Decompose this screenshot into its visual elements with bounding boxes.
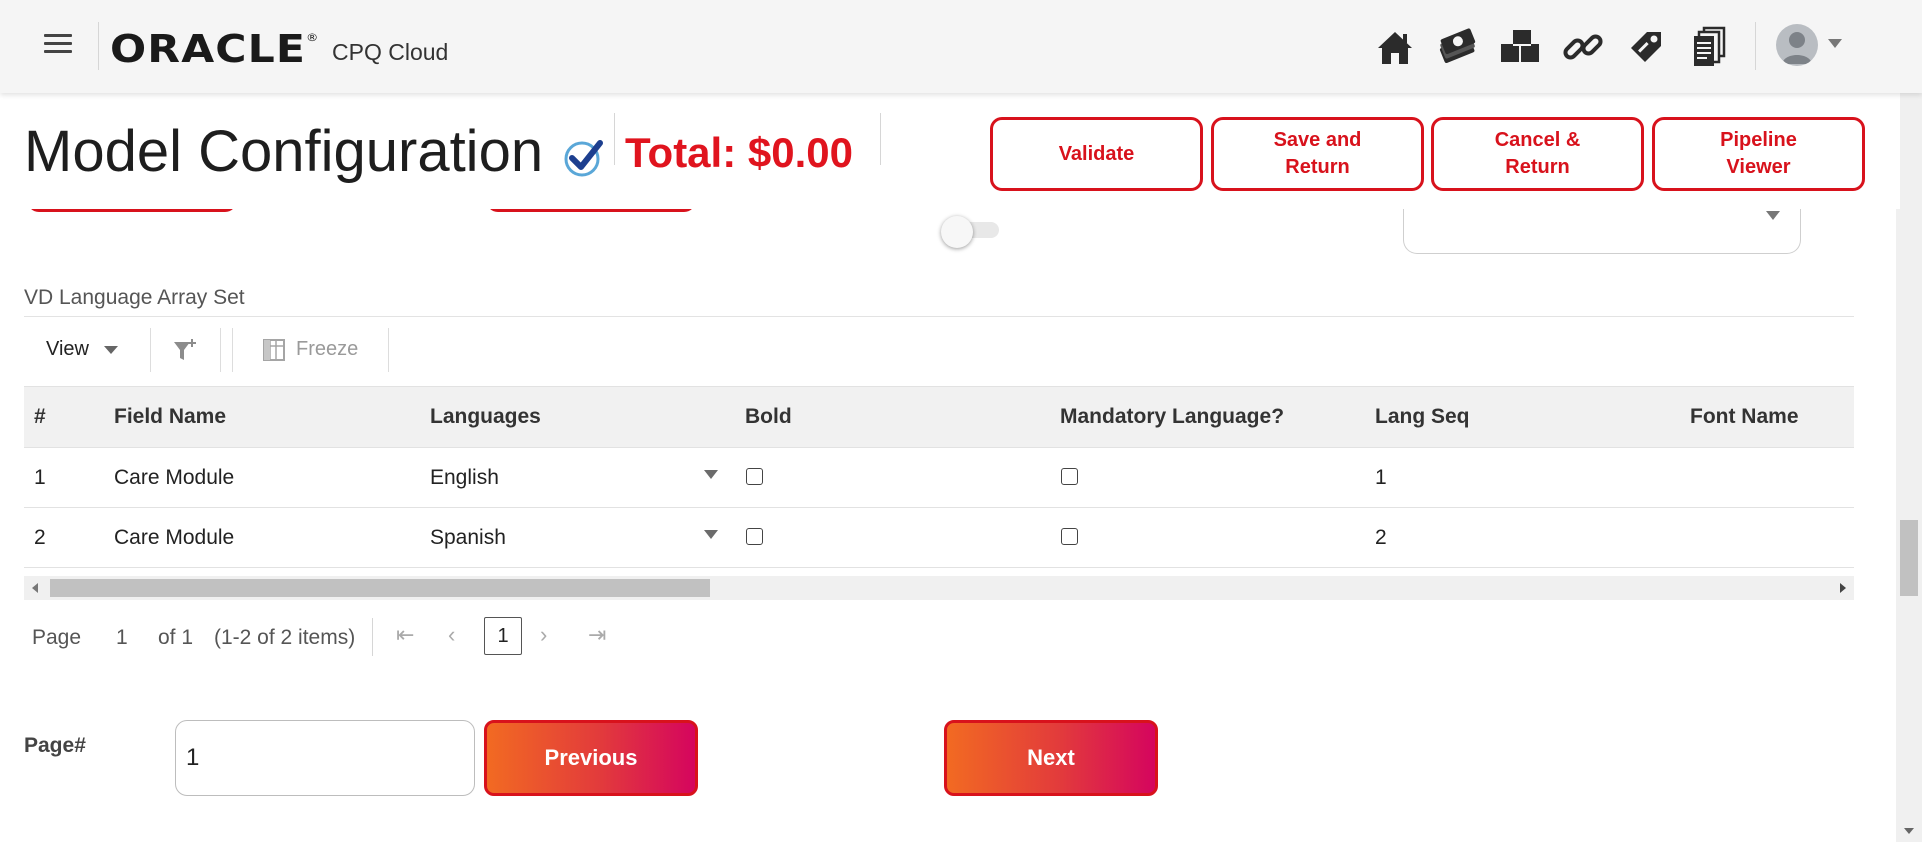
filter-add-icon[interactable] (172, 336, 200, 364)
previous-button[interactable]: Previous (484, 720, 698, 796)
documents-icon[interactable] (1686, 24, 1732, 70)
row-number: 2 (34, 525, 46, 549)
field-name-cell: Care Module (114, 525, 235, 549)
page-number-label: Page# (24, 734, 86, 757)
horizontal-scrollbar[interactable] (24, 576, 1854, 600)
vertical-scrollbar-thumb[interactable] (1900, 520, 1918, 596)
pager-page-number: 1 (116, 626, 128, 649)
lang-seq-cell[interactable]: 1 (1375, 448, 1387, 507)
lang-seq-cell[interactable]: 2 (1375, 508, 1387, 567)
scroll-down-arrow-icon[interactable] (1904, 828, 1914, 834)
first-page-icon[interactable]: ⇤ (396, 622, 414, 648)
previous-page-icon[interactable]: ‹ (448, 622, 455, 648)
table-pager: Page 1 of 1 (1-2 of 2 items) ⇤ ‹ 1 › ⇥ (24, 612, 624, 658)
language-array-table: # Field Name Languages Bold Mandatory La… (24, 386, 1854, 568)
cancel-and-return-button[interactable]: Cancel & Return (1431, 117, 1644, 191)
table-row: 1 Care Module English 1 (24, 448, 1854, 508)
column-header-field-name[interactable]: Field Name (114, 387, 226, 447)
table-row: 2 Care Module Spanish 2 (24, 508, 1854, 568)
next-button[interactable]: Next (944, 720, 1158, 796)
title-bar: Model Configuration Total: $0.00 Validat… (0, 93, 1900, 209)
column-header-number[interactable]: # (34, 387, 46, 447)
chevron-down-icon[interactable] (104, 346, 118, 354)
verified-check-icon (562, 135, 606, 179)
section-title: VD Language Array Set (24, 286, 245, 309)
title-divider (614, 113, 615, 165)
scroll-left-arrow-icon[interactable] (32, 583, 38, 593)
products-icon[interactable] (1497, 24, 1543, 70)
pager-item-count: (1-2 of 2 items) (214, 626, 356, 649)
header-divider (1755, 22, 1756, 70)
section-divider (24, 316, 1854, 317)
table-toolbar: View Freeze (24, 328, 424, 372)
user-avatar[interactable] (1776, 24, 1818, 66)
row-number: 1 (34, 465, 46, 489)
save-and-return-button[interactable]: Save and Return (1211, 117, 1424, 191)
header-divider (98, 22, 99, 70)
next-page-icon[interactable]: › (540, 622, 547, 648)
title-divider (880, 113, 881, 165)
home-icon[interactable] (1372, 24, 1418, 70)
tag-icon[interactable] (1623, 24, 1669, 70)
toolbar-divider (220, 328, 221, 372)
mandatory-language-checkbox[interactable] (1061, 528, 1078, 545)
validate-button[interactable]: Validate (990, 117, 1203, 191)
last-page-icon[interactable]: ⇥ (588, 622, 606, 648)
link-icon[interactable] (1560, 24, 1606, 70)
money-icon[interactable] (1434, 24, 1480, 70)
current-page-button[interactable]: 1 (484, 617, 522, 655)
horizontal-scrollbar-thumb[interactable] (50, 579, 710, 597)
column-header-bold[interactable]: Bold (745, 387, 792, 447)
pager-of-total: of 1 (158, 626, 194, 649)
product-name: CPQ Cloud (332, 39, 449, 65)
toolbar-divider (232, 328, 233, 372)
user-menu-caret-icon[interactable] (1828, 39, 1842, 48)
column-header-languages[interactable]: Languages (430, 387, 541, 447)
languages-select[interactable]: English (430, 448, 499, 507)
column-header-mandatory-language[interactable]: Mandatory Language? (1060, 387, 1284, 447)
languages-select[interactable]: Spanish (430, 508, 506, 567)
chevron-down-icon (1766, 211, 1780, 220)
pager-page-label: Page (32, 626, 82, 649)
page-number-input[interactable]: 1 (175, 720, 475, 796)
chevron-down-icon[interactable] (704, 470, 718, 479)
hamburger-menu-icon[interactable] (44, 34, 72, 54)
column-header-font-name[interactable]: Font Name (1690, 387, 1799, 447)
toggle-switch[interactable] (941, 216, 1001, 248)
freeze-button[interactable]: Freeze (296, 338, 358, 361)
toggle-knob (941, 216, 973, 248)
page-title: Model Configuration (24, 119, 544, 184)
pager-divider (372, 618, 373, 656)
bold-checkbox[interactable] (746, 468, 763, 485)
freeze-icon[interactable] (262, 338, 286, 362)
total-price: Total: $0.00 (625, 129, 853, 176)
view-menu-button[interactable]: View (46, 338, 89, 361)
pipeline-viewer-button[interactable]: Pipeline Viewer (1652, 117, 1865, 191)
scroll-right-arrow-icon[interactable] (1840, 583, 1846, 593)
oracle-logo[interactable]: ORACLE® (110, 27, 319, 71)
chevron-down-icon[interactable] (704, 530, 718, 539)
toolbar-divider (388, 328, 389, 372)
mandatory-language-checkbox[interactable] (1061, 468, 1078, 485)
toolbar-divider (150, 328, 151, 372)
bold-checkbox[interactable] (746, 528, 763, 545)
column-header-lang-seq[interactable]: Lang Seq (1375, 387, 1470, 447)
field-name-cell: Care Module (114, 465, 235, 489)
top-header: ORACLE® CPQ Cloud (0, 0, 1922, 93)
table-header-row: # Field Name Languages Bold Mandatory La… (24, 386, 1854, 448)
